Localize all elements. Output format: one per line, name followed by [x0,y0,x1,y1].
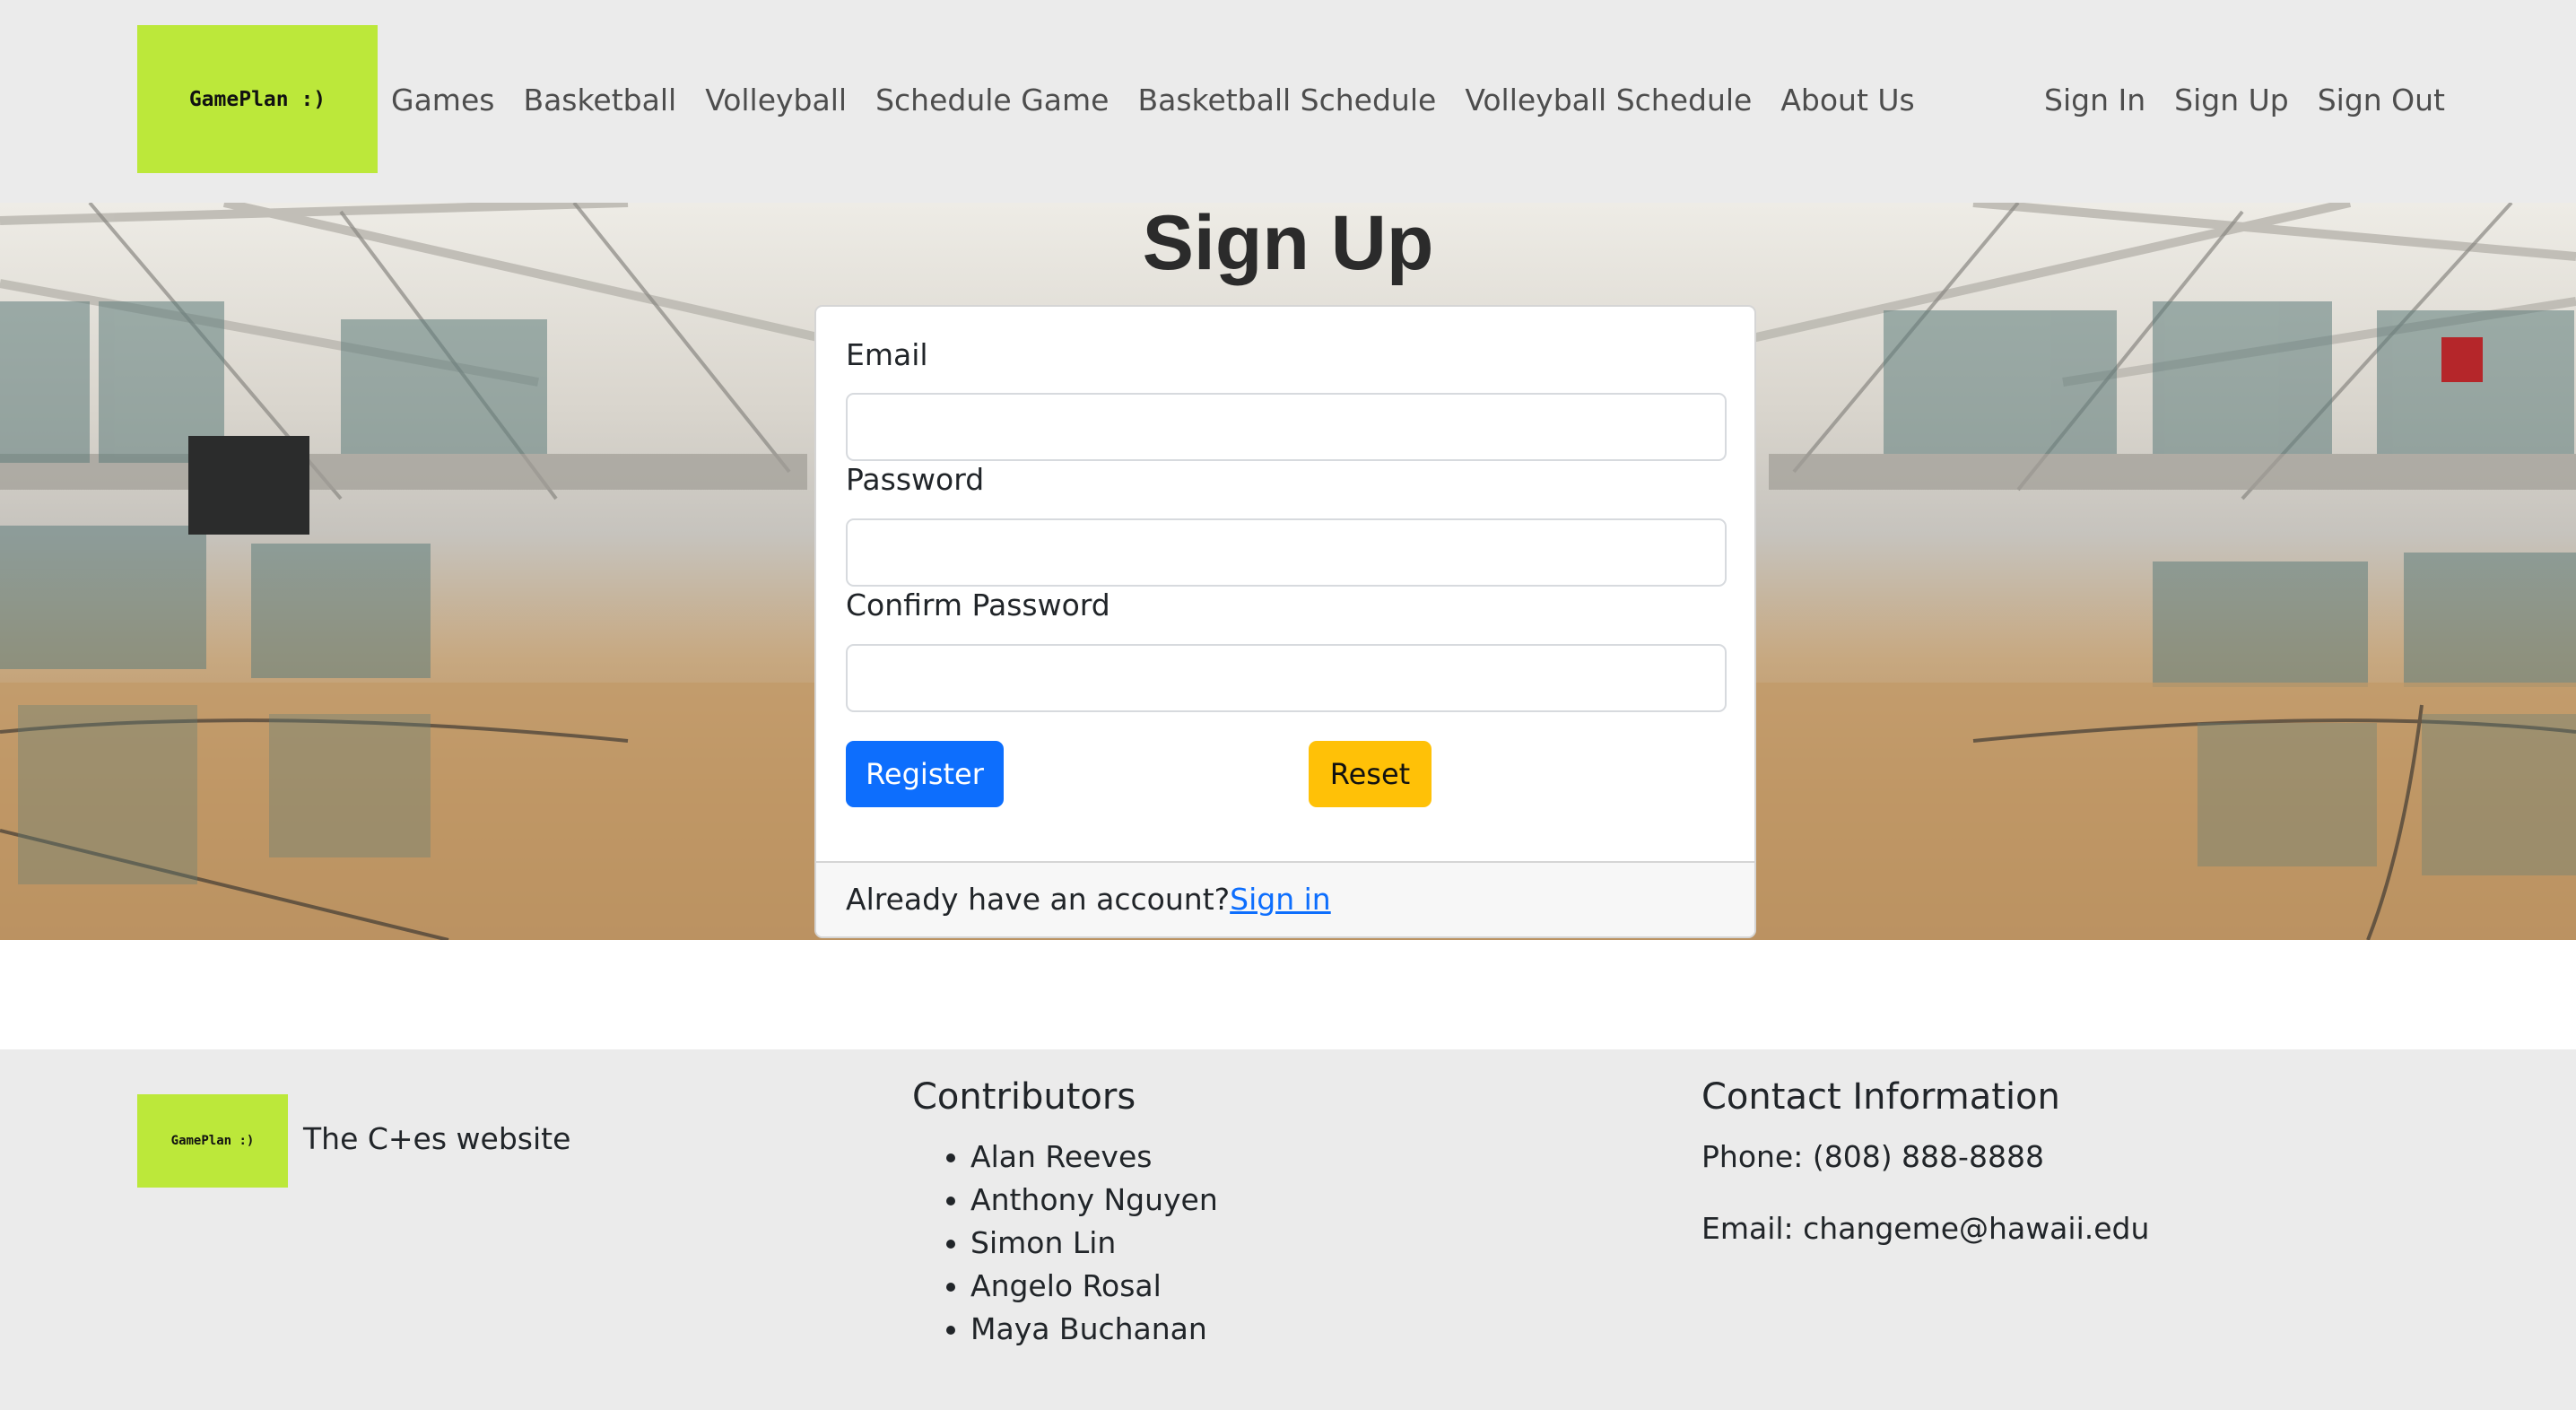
hero-section: Sign Up Email Password Confirm Password … [0,203,2576,940]
contributors-list: Alan Reeves Anthony Nguyen Simon Lin Ang… [912,1136,1218,1351]
reset-button[interactable]: Reset [1309,741,1432,807]
brand-logo-text: GamePlan :) [188,87,326,111]
password-label: Password [846,462,985,497]
nav-volleyball[interactable]: Volleyball [691,83,861,118]
navbar: GamePlan :) Games Basketball Volleyball … [0,0,2576,203]
contributor-item: Anthony Nguyen [970,1179,1218,1222]
nav-games[interactable]: Games [377,83,509,118]
footer-tagline: The C+es website [303,1121,571,1156]
contact-email: Email: changeme@hawaii.edu [1701,1211,2150,1246]
card-footer: Already have an account?Sign in [816,861,1754,936]
nav-schedule-game[interactable]: Schedule Game [861,83,1123,118]
email-label: Email [846,337,928,372]
contact-heading: Contact Information [1701,1076,2060,1118]
auth-nav: Sign In Sign Up Sign Out [2030,0,2459,199]
footer-logo-text: GamePlan :) [170,1134,255,1148]
contributor-item: Maya Buchanan [970,1308,1218,1351]
nav-sign-out[interactable]: Sign Out [2303,83,2459,118]
nav-about-us[interactable]: About Us [1766,83,1928,118]
contributor-item: Simon Lin [970,1222,1218,1265]
confirm-password-field[interactable] [846,644,1727,712]
nav-volleyball-schedule[interactable]: Volleyball Schedule [1450,83,1766,118]
brand-logo[interactable]: GamePlan :) [137,25,378,173]
nav-basketball-schedule[interactable]: Basketball Schedule [1123,83,1450,118]
email-field[interactable] [846,393,1727,461]
nav-sign-in[interactable]: Sign In [2030,83,2160,118]
page-title: Sign Up [1142,203,1434,286]
contributor-item: Angelo Rosal [970,1265,1218,1308]
site-footer: GamePlan :) The C+es website Contributor… [0,1049,2576,1410]
footer-logo: GamePlan :) [137,1094,288,1188]
contributors-heading: Contributors [912,1076,1136,1118]
main-nav: Games Basketball Volleyball Schedule Gam… [377,0,1929,199]
register-button[interactable]: Register [846,741,1004,807]
sign-in-link[interactable]: Sign in [1230,882,1331,917]
account-prompt: Already have an account? [846,882,1231,917]
password-field[interactable] [846,518,1727,587]
contact-phone: Phone: (808) 888-8888 [1701,1139,2044,1174]
contributor-item: Alan Reeves [970,1136,1218,1179]
signup-card: Email Password Confirm Password Register… [814,305,1756,938]
nav-sign-up[interactable]: Sign Up [2160,83,2303,118]
nav-basketball[interactable]: Basketball [509,83,691,118]
confirm-password-label: Confirm Password [846,588,1110,622]
